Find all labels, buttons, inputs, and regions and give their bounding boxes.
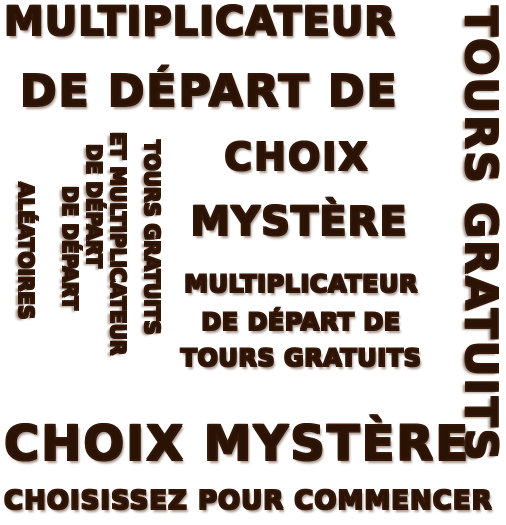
- free-spins-multiplier-line-1: Multiplicateur: [176, 271, 426, 296]
- free-spins-multiplier-line-2: de départ de: [176, 309, 426, 334]
- column-random: aléatoires: [13, 181, 38, 320]
- column-starting: de départ: [81, 143, 106, 268]
- mystery-choice-word-2: Mystère: [184, 201, 414, 242]
- free-spins-vertical-label: Tours Gratuits: [454, 5, 506, 463]
- column-and-multiplier: et Multiplicateur: [105, 131, 130, 356]
- title-line-2: de départ de: [19, 66, 399, 117]
- column-random-starting: de départ: [57, 185, 82, 310]
- free-spins-multiplier-line-3: Tours Gratuits: [176, 345, 426, 370]
- column-free-spins: Tours Gratuits: [139, 139, 164, 335]
- choose-to-start-prompt: Choisissez pour commencer: [3, 486, 493, 516]
- mystery-choice-word-1: Choix: [212, 137, 382, 176]
- title-line-1: Multiplicateur: [3, 0, 397, 45]
- mystery-choice-bottom-title: Choix Mystère: [3, 416, 471, 472]
